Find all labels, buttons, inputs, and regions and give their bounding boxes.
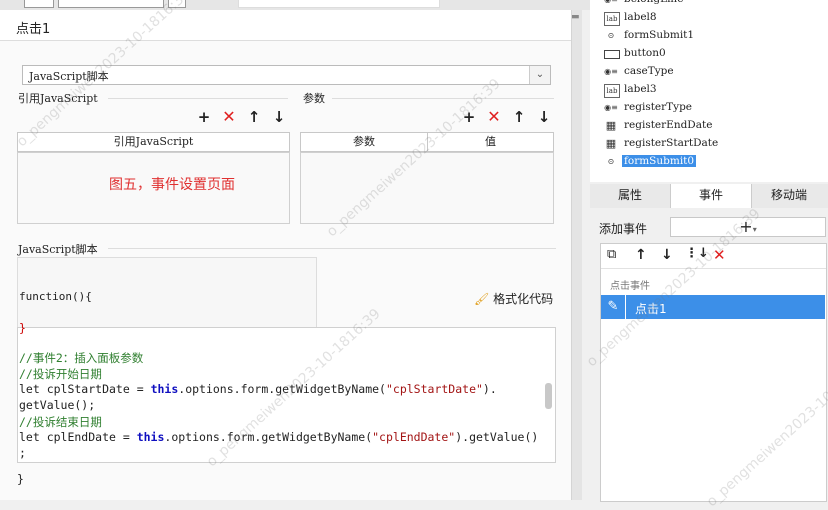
top-field-2[interactable] (58, 0, 164, 8)
tree-item-label8[interactable]: lab label8 (604, 11, 657, 27)
ref-js-label: 引用JavaScript (18, 92, 98, 105)
code-line: //投诉结束日期 (19, 415, 102, 429)
radio-group-icon: ◉≡ (604, 67, 618, 76)
form-submit-icon: ⊙ (607, 157, 615, 166)
move-bottom-icon[interactable]: ⋮↓ (685, 246, 709, 261)
radio-group-icon: ◉≡ (604, 103, 618, 112)
widget-tree: ◉≡ belongLine lab label8 ⊙ formSubmit1 b… (590, 0, 828, 182)
code-line: } (19, 321, 26, 335)
param-label: 参数 (303, 92, 325, 105)
tree-item-label3[interactable]: lab label3 (604, 83, 657, 99)
tab-events[interactable]: 事件 (670, 184, 752, 208)
plus-icon: + (739, 217, 753, 236)
top-toolbar-strip (0, 0, 590, 10)
delete-ref-icon[interactable]: ✕ (220, 108, 238, 126)
ref-table-header: 引用JavaScript (17, 132, 290, 152)
arrow-down-icon[interactable]: ↓ (661, 247, 673, 263)
code-line: } (17, 472, 24, 486)
tree-item-formsubmit1[interactable]: ⊙ formSubmit1 (608, 29, 694, 45)
tab-mobile[interactable]: 移动端 (750, 184, 828, 208)
tree-item-casetype[interactable]: ◉≡ caseType (604, 65, 673, 81)
code-line-end-date: let cplEndDate = this.options.form.getWi… (19, 430, 539, 444)
dialog-title-bar: 点击1 (0, 10, 571, 41)
code-line-start-date: let cplStartDate = this.options.form.get… (19, 382, 497, 396)
add-param-icon[interactable]: + (460, 108, 478, 126)
script-type-select[interactable]: JavaScript脚本 ⌄ (22, 65, 551, 85)
tree-item-registerenddate[interactable]: ▦ registerEndDate (606, 119, 713, 135)
format-code-button[interactable]: 🖌 格式化代码 (474, 290, 553, 307)
param-column-header: 参数 (301, 133, 428, 151)
splitter[interactable] (572, 10, 582, 500)
move-down-param-icon[interactable]: ↓ (535, 108, 553, 126)
move-up-ref-icon[interactable]: ↑ (245, 108, 263, 126)
delete-event-icon[interactable]: ✕ (713, 246, 726, 264)
top-field-button[interactable] (168, 0, 186, 8)
minimize-icon[interactable]: ▬ (571, 12, 581, 24)
param-table-body[interactable] (300, 152, 554, 224)
edit-icon[interactable]: ✎ (601, 295, 626, 319)
label-icon: lab (604, 12, 620, 26)
event-group-label: 点击事件 (610, 281, 650, 292)
divider (108, 248, 556, 249)
copy-icon[interactable]: ⧉ (607, 247, 616, 262)
date-icon: ▦ (605, 119, 617, 132)
add-event-button[interactable]: +▾ (670, 217, 826, 237)
caret-down-icon: ▾ (752, 225, 757, 234)
script-type-value: JavaScript脚本 (29, 70, 109, 83)
move-down-ref-icon[interactable]: ↓ (270, 108, 288, 126)
ref-column-header: 引用JavaScript (113, 135, 194, 148)
form-submit-icon: ⊙ (607, 31, 615, 40)
tab-properties[interactable]: 属性 (590, 184, 670, 208)
brush-icon: 🖌 (474, 292, 490, 306)
date-icon: ▦ (605, 137, 617, 150)
divider (332, 98, 554, 99)
top-field-1[interactable] (24, 0, 54, 8)
tree-item-formsubmit0[interactable]: ⊙ formSubmit0 (608, 155, 697, 171)
annotation-text: 图五，事件设置页面 (109, 177, 235, 193)
add-ref-icon[interactable]: + (195, 108, 213, 126)
format-code-label: 格式化代码 (493, 292, 554, 306)
tree-item-registerstartdate[interactable]: ▦ registerStartDate (606, 137, 718, 153)
ref-table-body[interactable]: 图五，事件设置页面 (17, 152, 290, 224)
code-line: //事件2：插入面板参数 (19, 351, 144, 365)
delete-param-icon[interactable]: ✕ (485, 108, 503, 126)
dialog-title: 点击1 (16, 22, 51, 37)
arrow-up-icon[interactable]: ↑ (635, 247, 647, 263)
code-line: ; (19, 446, 26, 460)
event-list: ⧉ ↑ ↓ ⋮↓ ✕ 点击事件 (600, 243, 827, 502)
code-line: getValue(); (19, 398, 96, 412)
value-column-header: 值 (485, 135, 496, 148)
label-icon: lab (604, 84, 620, 98)
event-list-toolbar: ⧉ ↑ ↓ ⋮↓ ✕ (601, 244, 826, 269)
chevron-down-icon[interactable]: ⌄ (529, 66, 550, 84)
top-field-3[interactable] (238, 0, 440, 8)
tree-item-belongline[interactable]: ◉≡ belongLine (604, 0, 683, 9)
move-up-param-icon[interactable]: ↑ (510, 108, 528, 126)
tree-item-button0[interactable]: button0 (604, 47, 666, 63)
divider (108, 98, 288, 99)
code-scrollbar[interactable] (545, 383, 552, 409)
tree-item-registertype[interactable]: ◉≡ registerType (604, 101, 692, 117)
event-item-label: 点击1 (635, 302, 667, 316)
code-editor[interactable]: } //事件2：插入面板参数 //投诉开始日期 let cplStartDate… (17, 321, 556, 463)
event-item-click1[interactable]: ✎ 点击1 (601, 295, 825, 319)
property-tabs: 属性 事件 移动端 (590, 184, 828, 209)
add-event-label: 添加事件 (599, 222, 648, 236)
code-line: //投诉开始日期 (19, 367, 102, 381)
script-section-label: JavaScript脚本 (18, 243, 98, 256)
param-table-header: 参数 值 (300, 132, 554, 152)
button-icon (604, 50, 620, 59)
radio-group-icon: ◉≡ (604, 0, 618, 6)
function-signature: function(){ (19, 290, 92, 303)
